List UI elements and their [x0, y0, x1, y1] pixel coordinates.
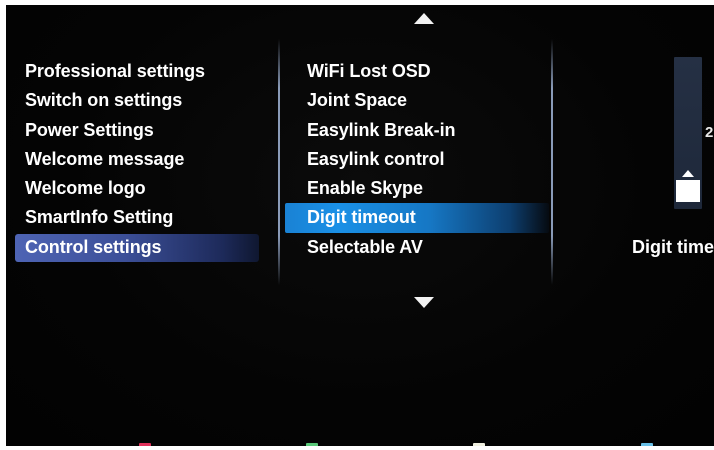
menu-item-label: Switch on settings	[25, 90, 183, 111]
slider-pointer-icon	[682, 170, 694, 177]
red-color-key[interactable]	[139, 443, 151, 446]
menu-item-wifi-lost-osd[interactable]: WiFi Lost OSD	[297, 57, 551, 86]
menu-item-welcome-message[interactable]: Welcome message	[15, 145, 259, 174]
menu-item-professional-settings[interactable]: Professional settings	[15, 57, 259, 86]
menu-item-label: Easylink control	[307, 148, 445, 169]
menu-item-label: Power Settings	[25, 119, 154, 140]
yellow-color-key[interactable]	[473, 443, 485, 446]
menu-item-label: Enable Skype	[307, 178, 423, 199]
menu-item-label: Digit timeout	[307, 207, 416, 228]
slider-thumb	[676, 180, 700, 202]
menu-item-label: Professional settings	[25, 61, 205, 81]
settings-menu-left: Professional settings Switch on settings…	[15, 57, 259, 263]
menu-item-label: Easylink Break-in	[307, 119, 456, 140]
menu-item-label: Welcome message	[25, 148, 185, 169]
slider-handle[interactable]	[676, 170, 700, 206]
menu-item-label: Welcome logo	[25, 178, 146, 199]
menu-item-label: Joint Space	[307, 90, 407, 111]
tv-screen: Professional settings Switch on settings…	[6, 5, 714, 446]
menu-item-label: WiFi Lost OSD	[307, 61, 431, 81]
column-divider	[551, 39, 553, 285]
menu-item-label: Selectable AV	[307, 236, 423, 257]
menu-item-easylink-break-in[interactable]: Easylink Break-in	[297, 116, 551, 145]
menu-item-control-settings[interactable]: Control settings	[15, 233, 259, 263]
menu-item-smartinfo-setting[interactable]: SmartInfo Setting	[15, 203, 259, 232]
setting-label: Digit time	[632, 237, 714, 257]
slider-value: 2	[705, 124, 714, 141]
menu-item-easylink-control[interactable]: Easylink control	[297, 145, 551, 174]
scroll-up-arrow-icon[interactable]	[414, 13, 434, 24]
menu-item-label: SmartInfo Setting	[25, 207, 174, 228]
menu-item-power-settings[interactable]: Power Settings	[15, 116, 259, 145]
green-color-key[interactable]	[306, 443, 318, 446]
menu-item-welcome-logo[interactable]: Welcome logo	[15, 174, 259, 203]
settings-menu-middle: WiFi Lost OSD Joint Space Easylink Break…	[285, 57, 551, 262]
menu-item-enable-skype[interactable]: Enable Skype	[297, 174, 551, 203]
menu-item-label: Control settings	[25, 236, 162, 257]
menu-item-joint-space[interactable]: Joint Space	[297, 86, 551, 115]
scroll-down-arrow-icon[interactable]	[414, 297, 434, 308]
column-divider	[278, 39, 280, 285]
menu-item-digit-timeout[interactable]: Digit timeout	[285, 203, 551, 234]
menu-item-selectable-av[interactable]: Selectable AV	[297, 233, 551, 262]
blue-color-key[interactable]	[641, 443, 653, 446]
menu-item-switch-on-settings[interactable]: Switch on settings	[15, 86, 259, 115]
